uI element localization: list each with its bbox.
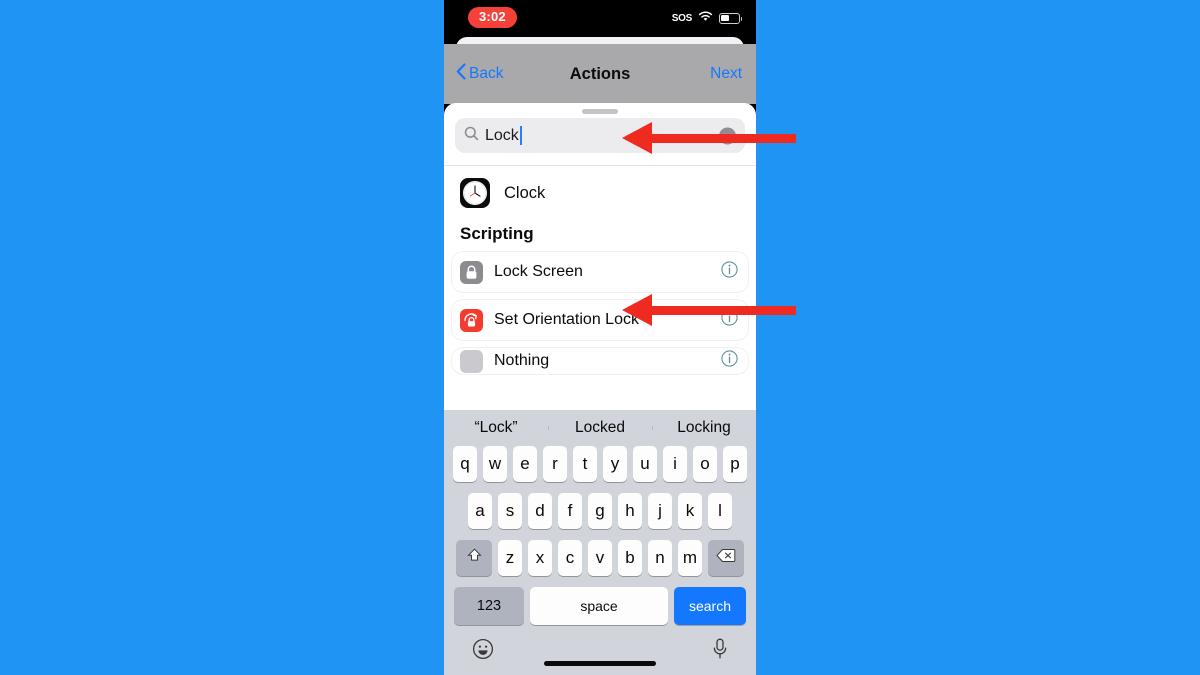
status-time: 3:02 <box>468 7 517 28</box>
action-row-nothing[interactable]: Nothing <box>452 348 748 374</box>
suggestion-2[interactable]: Locking <box>652 419 756 437</box>
key-d[interactable]: d <box>528 493 552 529</box>
key-p[interactable]: p <box>723 446 747 482</box>
keyboard-row-1: q w e r t y u i o p <box>444 446 756 482</box>
lock-icon <box>460 260 483 284</box>
action-row-label: Lock Screen <box>494 263 583 280</box>
key-k[interactable]: k <box>678 493 702 529</box>
text-caret <box>519 126 522 145</box>
key-l[interactable]: l <box>708 493 732 529</box>
key-i[interactable]: i <box>663 446 687 482</box>
key-m[interactable]: m <box>678 540 702 576</box>
result-app-label: Clock <box>504 183 546 202</box>
shift-icon <box>466 547 483 569</box>
clock-app-icon <box>460 178 490 208</box>
next-button[interactable]: Next <box>710 65 742 83</box>
key-w[interactable]: w <box>483 446 507 482</box>
info-circle-icon[interactable] <box>721 350 738 372</box>
key-h[interactable]: h <box>618 493 642 529</box>
key-y[interactable]: y <box>603 446 627 482</box>
search-sheet: Lock Clock Scripting Lock Screen Set Ori… <box>444 103 756 410</box>
key-e[interactable]: e <box>513 446 537 482</box>
search-input-value: Lock <box>485 126 519 144</box>
suggestion-0[interactable]: “Lock” <box>444 419 548 437</box>
key-g[interactable]: g <box>588 493 612 529</box>
keyboard-row-3: z x c v b n m <box>444 540 756 576</box>
keyboard-row-2: a s d f g h j k l <box>444 493 756 529</box>
status-indicators: SOS <box>671 9 743 27</box>
virtual-keyboard: “Lock” Locked Locking q w e r t y u i o … <box>444 410 756 675</box>
key-u[interactable]: u <box>633 446 657 482</box>
key-c[interactable]: c <box>558 540 582 576</box>
nothing-icon <box>460 349 483 373</box>
sos-label: SOS <box>671 12 693 24</box>
backspace-key[interactable] <box>708 540 744 576</box>
search-key[interactable]: search <box>674 587 746 625</box>
key-t[interactable]: t <box>573 446 597 482</box>
action-row-label: Set Orientation Lock <box>494 311 639 328</box>
battery-icon <box>719 12 743 24</box>
shift-key[interactable] <box>456 540 492 576</box>
action-row-lock-screen[interactable]: Lock Screen <box>452 252 748 292</box>
key-x[interactable]: x <box>528 540 552 576</box>
key-r[interactable]: r <box>543 446 567 482</box>
key-b[interactable]: b <box>618 540 642 576</box>
suggestion-bar: “Lock” Locked Locking <box>444 410 756 446</box>
key-j[interactable]: j <box>648 493 672 529</box>
key-q[interactable]: q <box>453 446 477 482</box>
wifi-icon <box>698 9 713 27</box>
orientation-lock-icon <box>460 308 483 332</box>
numbers-key[interactable]: 123 <box>454 587 524 625</box>
key-z[interactable]: z <box>498 540 522 576</box>
search-icon <box>464 126 479 146</box>
result-app-clock[interactable]: Clock <box>444 166 756 208</box>
home-indicator <box>544 661 656 666</box>
key-s[interactable]: s <box>498 493 522 529</box>
info-circle-icon[interactable] <box>721 261 738 283</box>
action-row-label: Nothing <box>494 352 550 369</box>
navigation-bar: Back Actions Next <box>444 44 756 104</box>
emoji-icon[interactable] <box>472 638 494 665</box>
section-header-scripting: Scripting <box>460 224 534 243</box>
keyboard-bottom-bar <box>444 627 756 675</box>
space-key[interactable]: space <box>530 587 668 625</box>
suggestion-1[interactable]: Locked <box>548 419 652 437</box>
key-o[interactable]: o <box>693 446 717 482</box>
backspace-icon <box>716 548 736 568</box>
status-bar: 3:02 SOS <box>444 0 756 38</box>
keyboard-row-4: 123 space search <box>444 587 756 625</box>
key-v[interactable]: v <box>588 540 612 576</box>
key-f[interactable]: f <box>558 493 582 529</box>
key-n[interactable]: n <box>648 540 672 576</box>
key-a[interactable]: a <box>468 493 492 529</box>
microphone-icon[interactable] <box>712 638 728 665</box>
